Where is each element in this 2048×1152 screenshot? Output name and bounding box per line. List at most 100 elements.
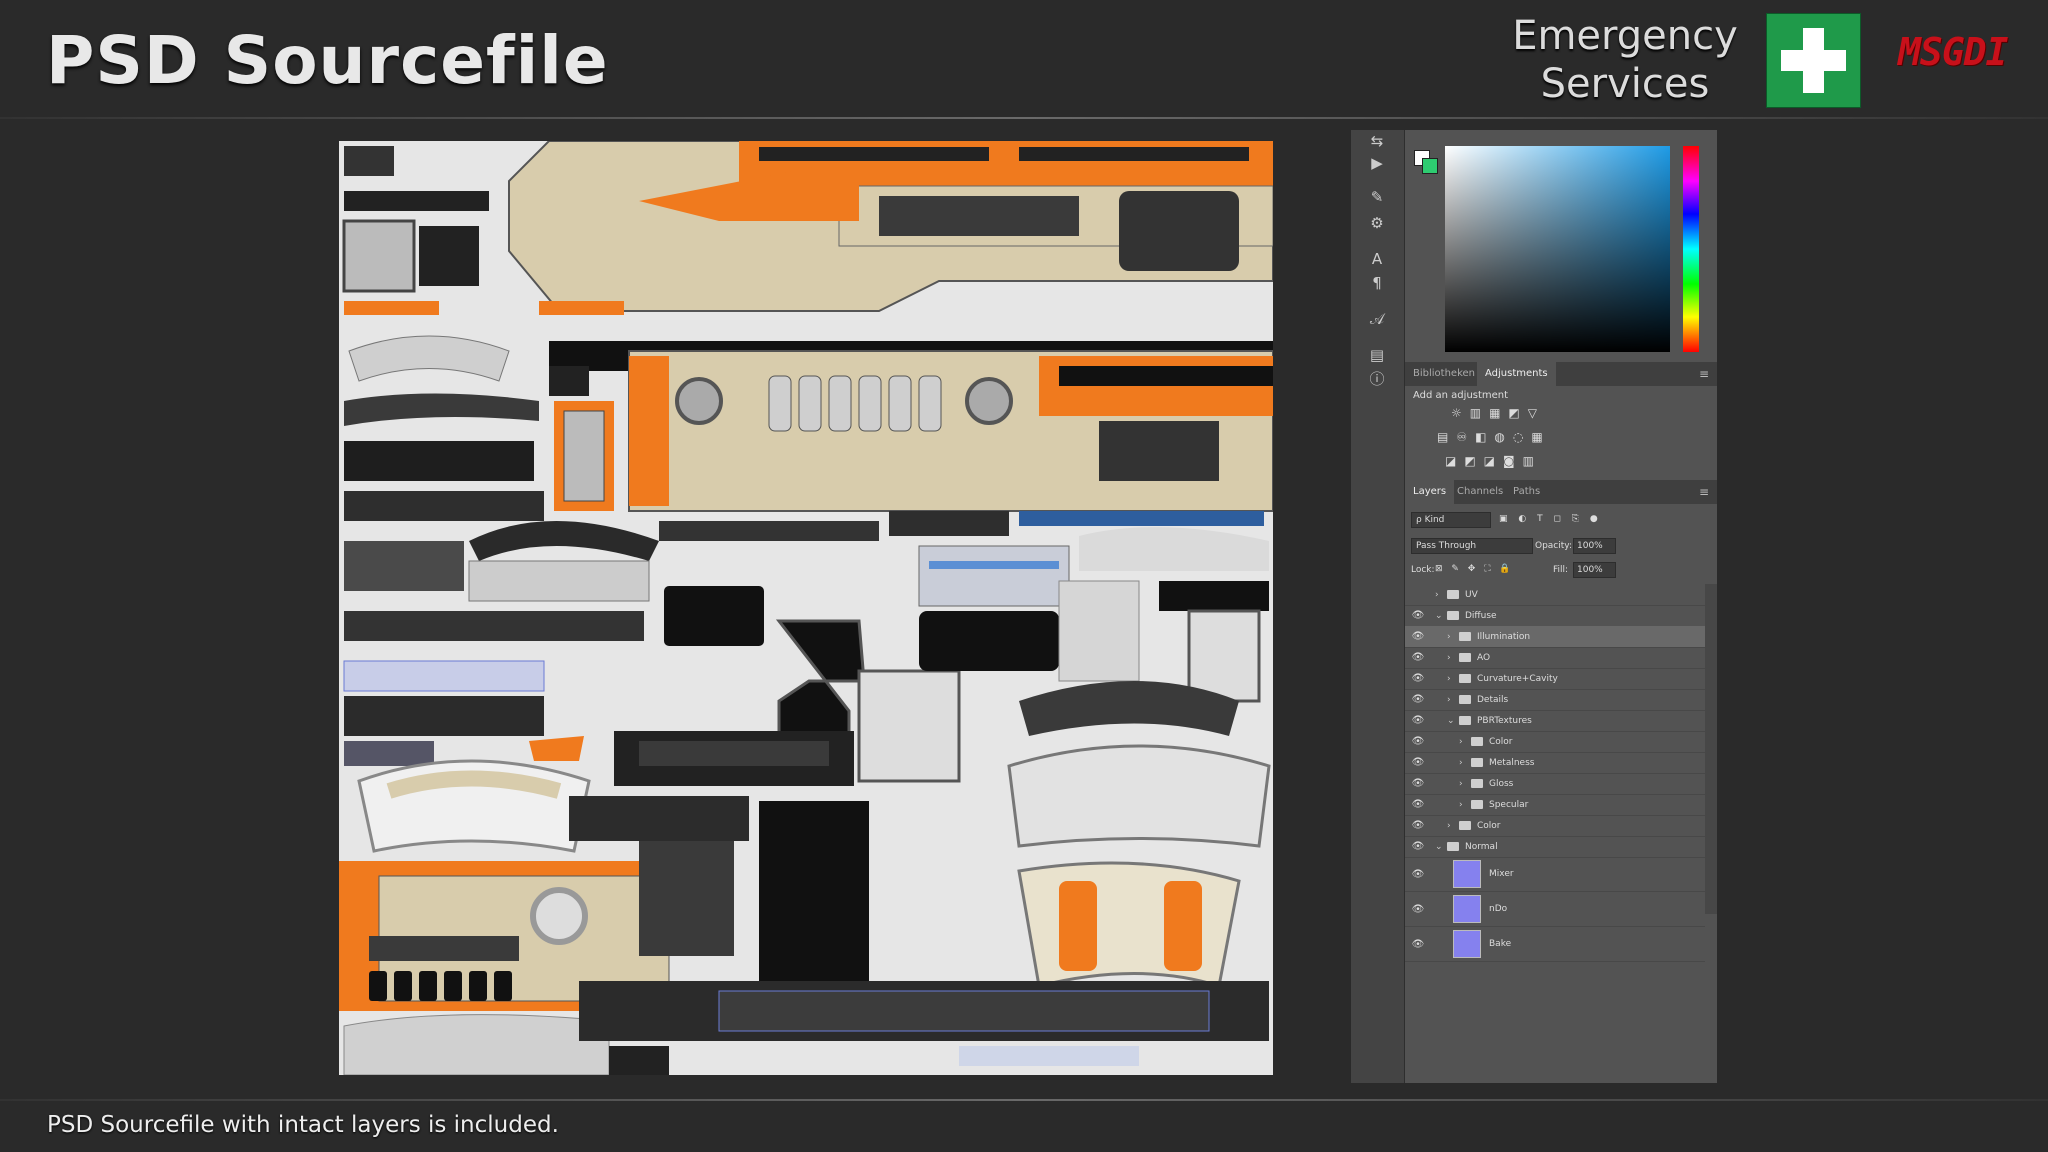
glyphs-icon[interactable]: 𝒜 [1365, 308, 1389, 330]
layer-row[interactable]: 👁 ⌄ Normal [1405, 836, 1705, 858]
layer-name: Color [1477, 820, 1501, 831]
visibility-eye-icon[interactable]: 👁 [1411, 647, 1425, 668]
chevron-right-icon[interactable]: › [1459, 731, 1463, 752]
color-picker-panel [1405, 130, 1717, 360]
folder-icon [1447, 611, 1459, 620]
chevron-down-icon[interactable]: ⌄ [1447, 710, 1455, 731]
visibility-eye-icon[interactable]: 👁 [1411, 710, 1425, 731]
visibility-eye-icon[interactable]: 👁 [1411, 731, 1425, 752]
paragraph-icon[interactable]: ¶ [1365, 272, 1389, 294]
layers-tabbar: Layers Channels Paths ≡ [1405, 480, 1717, 504]
opacity-label: Opacity: [1535, 541, 1572, 551]
folder-icon [1459, 632, 1471, 641]
chevron-right-icon[interactable]: › [1447, 668, 1451, 689]
layer-row[interactable]: 👁 › Color [1405, 815, 1705, 837]
add-adjustment-label: Add an adjustment [1413, 390, 1509, 401]
tab-paths[interactable]: Paths [1505, 480, 1548, 504]
layer-row[interactable]: › UV [1405, 584, 1705, 606]
layer-row[interactable]: 👁 › AO [1405, 647, 1705, 669]
layer-row[interactable]: 👁 › Gloss [1405, 773, 1705, 795]
adjustment-icons-row-1[interactable]: ☼▥▦◩▽ [1451, 406, 1545, 424]
visibility-eye-icon[interactable]: 👁 [1411, 689, 1425, 710]
layer-row[interactable]: 👁 › Details [1405, 689, 1705, 711]
folder-icon [1459, 821, 1471, 830]
layer-row[interactable]: 👁 › Metalness [1405, 752, 1705, 774]
chevron-down-icon[interactable]: ⌄ [1435, 836, 1443, 857]
chevron-right-icon[interactable]: › [1435, 584, 1439, 605]
folder-icon [1459, 653, 1471, 662]
layer-name: Specular [1489, 799, 1529, 810]
opacity-field[interactable]: 100% [1573, 538, 1616, 554]
chevron-right-icon[interactable]: › [1447, 689, 1451, 710]
layer-row[interactable]: 👁 › Specular [1405, 794, 1705, 816]
chevron-right-icon[interactable]: › [1459, 794, 1463, 815]
adjustment-icons-row-2[interactable]: ▤♾◧◍◌▦ [1437, 430, 1551, 448]
filter-icons[interactable]: ▣ ◐ T ◻ ⎘ ● [1499, 514, 1602, 524]
visibility-eye-icon[interactable]: 👁 [1411, 815, 1425, 836]
visibility-eye-icon[interactable]: 👁 [1411, 857, 1425, 891]
layer-name: Diffuse [1465, 610, 1497, 621]
kind-filter-select[interactable]: ρ Kind [1411, 512, 1491, 528]
layer-name: Normal [1465, 841, 1498, 852]
layer-row[interactable]: 👁 ⌄ PBRTextures [1405, 710, 1705, 732]
msgdi-logo: MSGDI [1898, 30, 2008, 74]
visibility-eye-icon[interactable]: 👁 [1411, 605, 1425, 626]
adjustment-icons-row-3[interactable]: ◪◩◪◙▥ [1445, 454, 1542, 472]
layer-row[interactable]: 👁 Bake [1405, 927, 1705, 962]
hue-slider[interactable] [1683, 146, 1699, 352]
folder-icon [1471, 758, 1483, 767]
ps-panel: Bibliotheken Adjustments ≡ Add an adjust… [1405, 130, 1717, 1083]
chevron-down-icon[interactable]: ⌄ [1435, 605, 1443, 626]
visibility-eye-icon[interactable]: 👁 [1411, 927, 1425, 961]
layer-row[interactable]: 👁 › Color [1405, 731, 1705, 753]
tab-adjustments[interactable]: Adjustments [1477, 362, 1556, 386]
chevron-right-icon[interactable]: › [1447, 626, 1451, 647]
brush-settings-icon[interactable]: ✎ [1365, 186, 1389, 208]
chevron-right-icon[interactable]: › [1459, 752, 1463, 773]
layer-comps-icon[interactable]: ▤ [1365, 344, 1389, 366]
layer-name: Metalness [1489, 757, 1535, 768]
visibility-eye-icon[interactable]: 👁 [1411, 794, 1425, 815]
visibility-eye-icon[interactable] [1411, 584, 1425, 605]
blend-mode-select[interactable]: Pass Through [1411, 538, 1533, 554]
visibility-eye-icon[interactable]: 👁 [1411, 752, 1425, 773]
visibility-eye-icon[interactable]: 👁 [1411, 668, 1425, 689]
folder-icon [1447, 590, 1459, 599]
properties-icon[interactable]: ⚙ [1365, 212, 1389, 234]
folder-icon [1459, 674, 1471, 683]
folder-icon [1459, 716, 1471, 725]
layer-row[interactable]: 👁 Mixer [1405, 857, 1705, 892]
layer-thumbnail [1453, 860, 1481, 888]
lock-icons[interactable]: ⊠ ✎ ✥ ⛶ 🔒 [1435, 564, 1514, 574]
background-swatch[interactable] [1422, 158, 1438, 174]
folder-icon [1471, 737, 1483, 746]
layer-name: Details [1477, 694, 1509, 705]
tab-bibliotheken[interactable]: Bibliotheken [1405, 362, 1483, 386]
chevron-right-icon[interactable]: › [1447, 815, 1451, 836]
tab-layers[interactable]: Layers [1405, 480, 1455, 504]
saturation-value-field[interactable] [1445, 146, 1670, 352]
layers-scrollbar[interactable] [1705, 584, 1717, 914]
tab-channels[interactable]: Channels [1449, 480, 1511, 504]
info-icon[interactable]: ⓘ [1365, 368, 1389, 390]
fill-field[interactable]: 100% [1573, 562, 1616, 578]
layer-row[interactable]: 👁 › Curvature+Cavity [1405, 668, 1705, 690]
footer-caption: PSD Sourcefile with intact layers is inc… [47, 1112, 559, 1138]
visibility-eye-icon[interactable]: 👁 [1411, 626, 1425, 647]
layer-name: UV [1465, 589, 1478, 600]
layer-row[interactable]: 👁 › Illumination [1405, 626, 1705, 648]
layer-name: Color [1489, 736, 1513, 747]
character-icon[interactable]: A [1365, 248, 1389, 270]
visibility-eye-icon[interactable]: 👁 [1411, 836, 1425, 857]
layers-menu-icon[interactable]: ≡ [1699, 480, 1709, 504]
chevron-right-icon[interactable]: › [1459, 773, 1463, 794]
adjustments-menu-icon[interactable]: ≡ [1699, 362, 1709, 386]
history-icon[interactable]: ⇆ [1365, 130, 1389, 152]
visibility-eye-icon[interactable]: 👁 [1411, 773, 1425, 794]
layer-name: AO [1477, 652, 1491, 663]
visibility-eye-icon[interactable]: 👁 [1411, 892, 1425, 926]
layer-row[interactable]: 👁 ⌄ Diffuse [1405, 605, 1705, 627]
play-icon[interactable]: ▶ [1365, 152, 1389, 174]
chevron-right-icon[interactable]: › [1447, 647, 1451, 668]
layer-row[interactable]: 👁 nDo [1405, 892, 1705, 927]
